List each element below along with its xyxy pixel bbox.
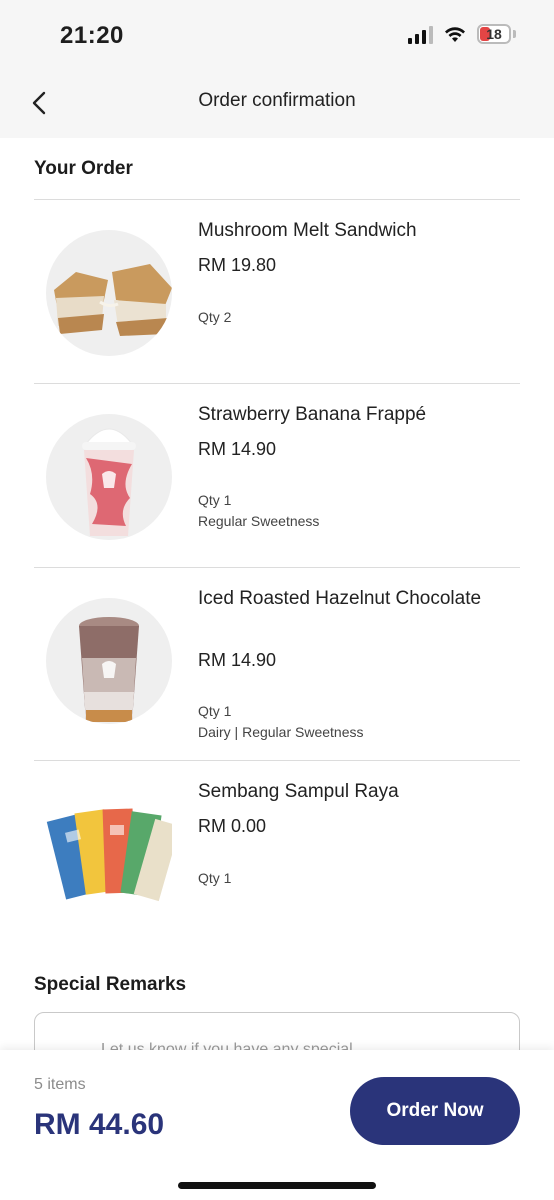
- item-options: Dairy | Regular Sweetness: [198, 724, 364, 740]
- status-bar: 21:20 18: [0, 0, 554, 70]
- your-order-heading: Your Order: [34, 158, 133, 179]
- item-qty: Qty 2: [198, 309, 232, 325]
- status-time: 21:20: [60, 22, 124, 49]
- cellular-signal-icon: [408, 24, 433, 44]
- item-options: Regular Sweetness: [198, 513, 320, 529]
- item-price: RM 19.80: [198, 255, 277, 275]
- wifi-icon: [445, 27, 465, 42]
- frappe-image: [46, 414, 172, 540]
- app-header: Order confirmation: [0, 70, 554, 138]
- item-price: RM 14.90: [198, 650, 277, 670]
- order-item[interactable]: Mushroom Melt Sandwich RM 19.80 Qty 2: [34, 200, 520, 383]
- order-item[interactable]: Strawberry Banana Frappé RM 14.90 Qty 1 …: [34, 384, 520, 567]
- items-count: 5 items: [34, 1076, 86, 1093]
- item-qty: Qty 1: [198, 870, 232, 886]
- order-total: RM 44.60: [34, 1108, 165, 1141]
- item-qty: Qty 1: [198, 492, 232, 508]
- checkout-bar: 5 items RM 44.60 Order Now: [0, 1050, 554, 1200]
- battery-level: 18: [486, 26, 502, 42]
- item-name: Strawberry Banana Frappé: [198, 404, 427, 425]
- hazelnut-chocolate-image: [46, 598, 172, 724]
- order-now-button[interactable]: Order Now: [350, 1077, 520, 1145]
- item-name: Sembang Sampul Raya: [198, 781, 399, 802]
- item-name: Mushroom Melt Sandwich: [198, 220, 417, 241]
- battery-icon: 18: [477, 24, 511, 44]
- item-price: RM 14.90: [198, 439, 277, 459]
- item-price: RM 0.00: [198, 816, 267, 836]
- order-item[interactable]: Iced Roasted Hazelnut Chocolate RM 14.90…: [34, 568, 520, 760]
- order-item[interactable]: Sembang Sampul Raya RM 0.00 Qty 1: [34, 761, 520, 951]
- item-qty: Qty 1: [198, 703, 232, 719]
- status-icons: 18: [408, 24, 516, 44]
- item-name: Iced Roasted Hazelnut Chocolate: [198, 588, 482, 609]
- page-title: Order confirmation: [198, 90, 356, 111]
- sampul-raya-image: [46, 791, 172, 917]
- sandwich-image: [46, 230, 172, 356]
- special-remarks-heading: Special Remarks: [34, 974, 187, 995]
- home-indicator[interactable]: [178, 1182, 376, 1189]
